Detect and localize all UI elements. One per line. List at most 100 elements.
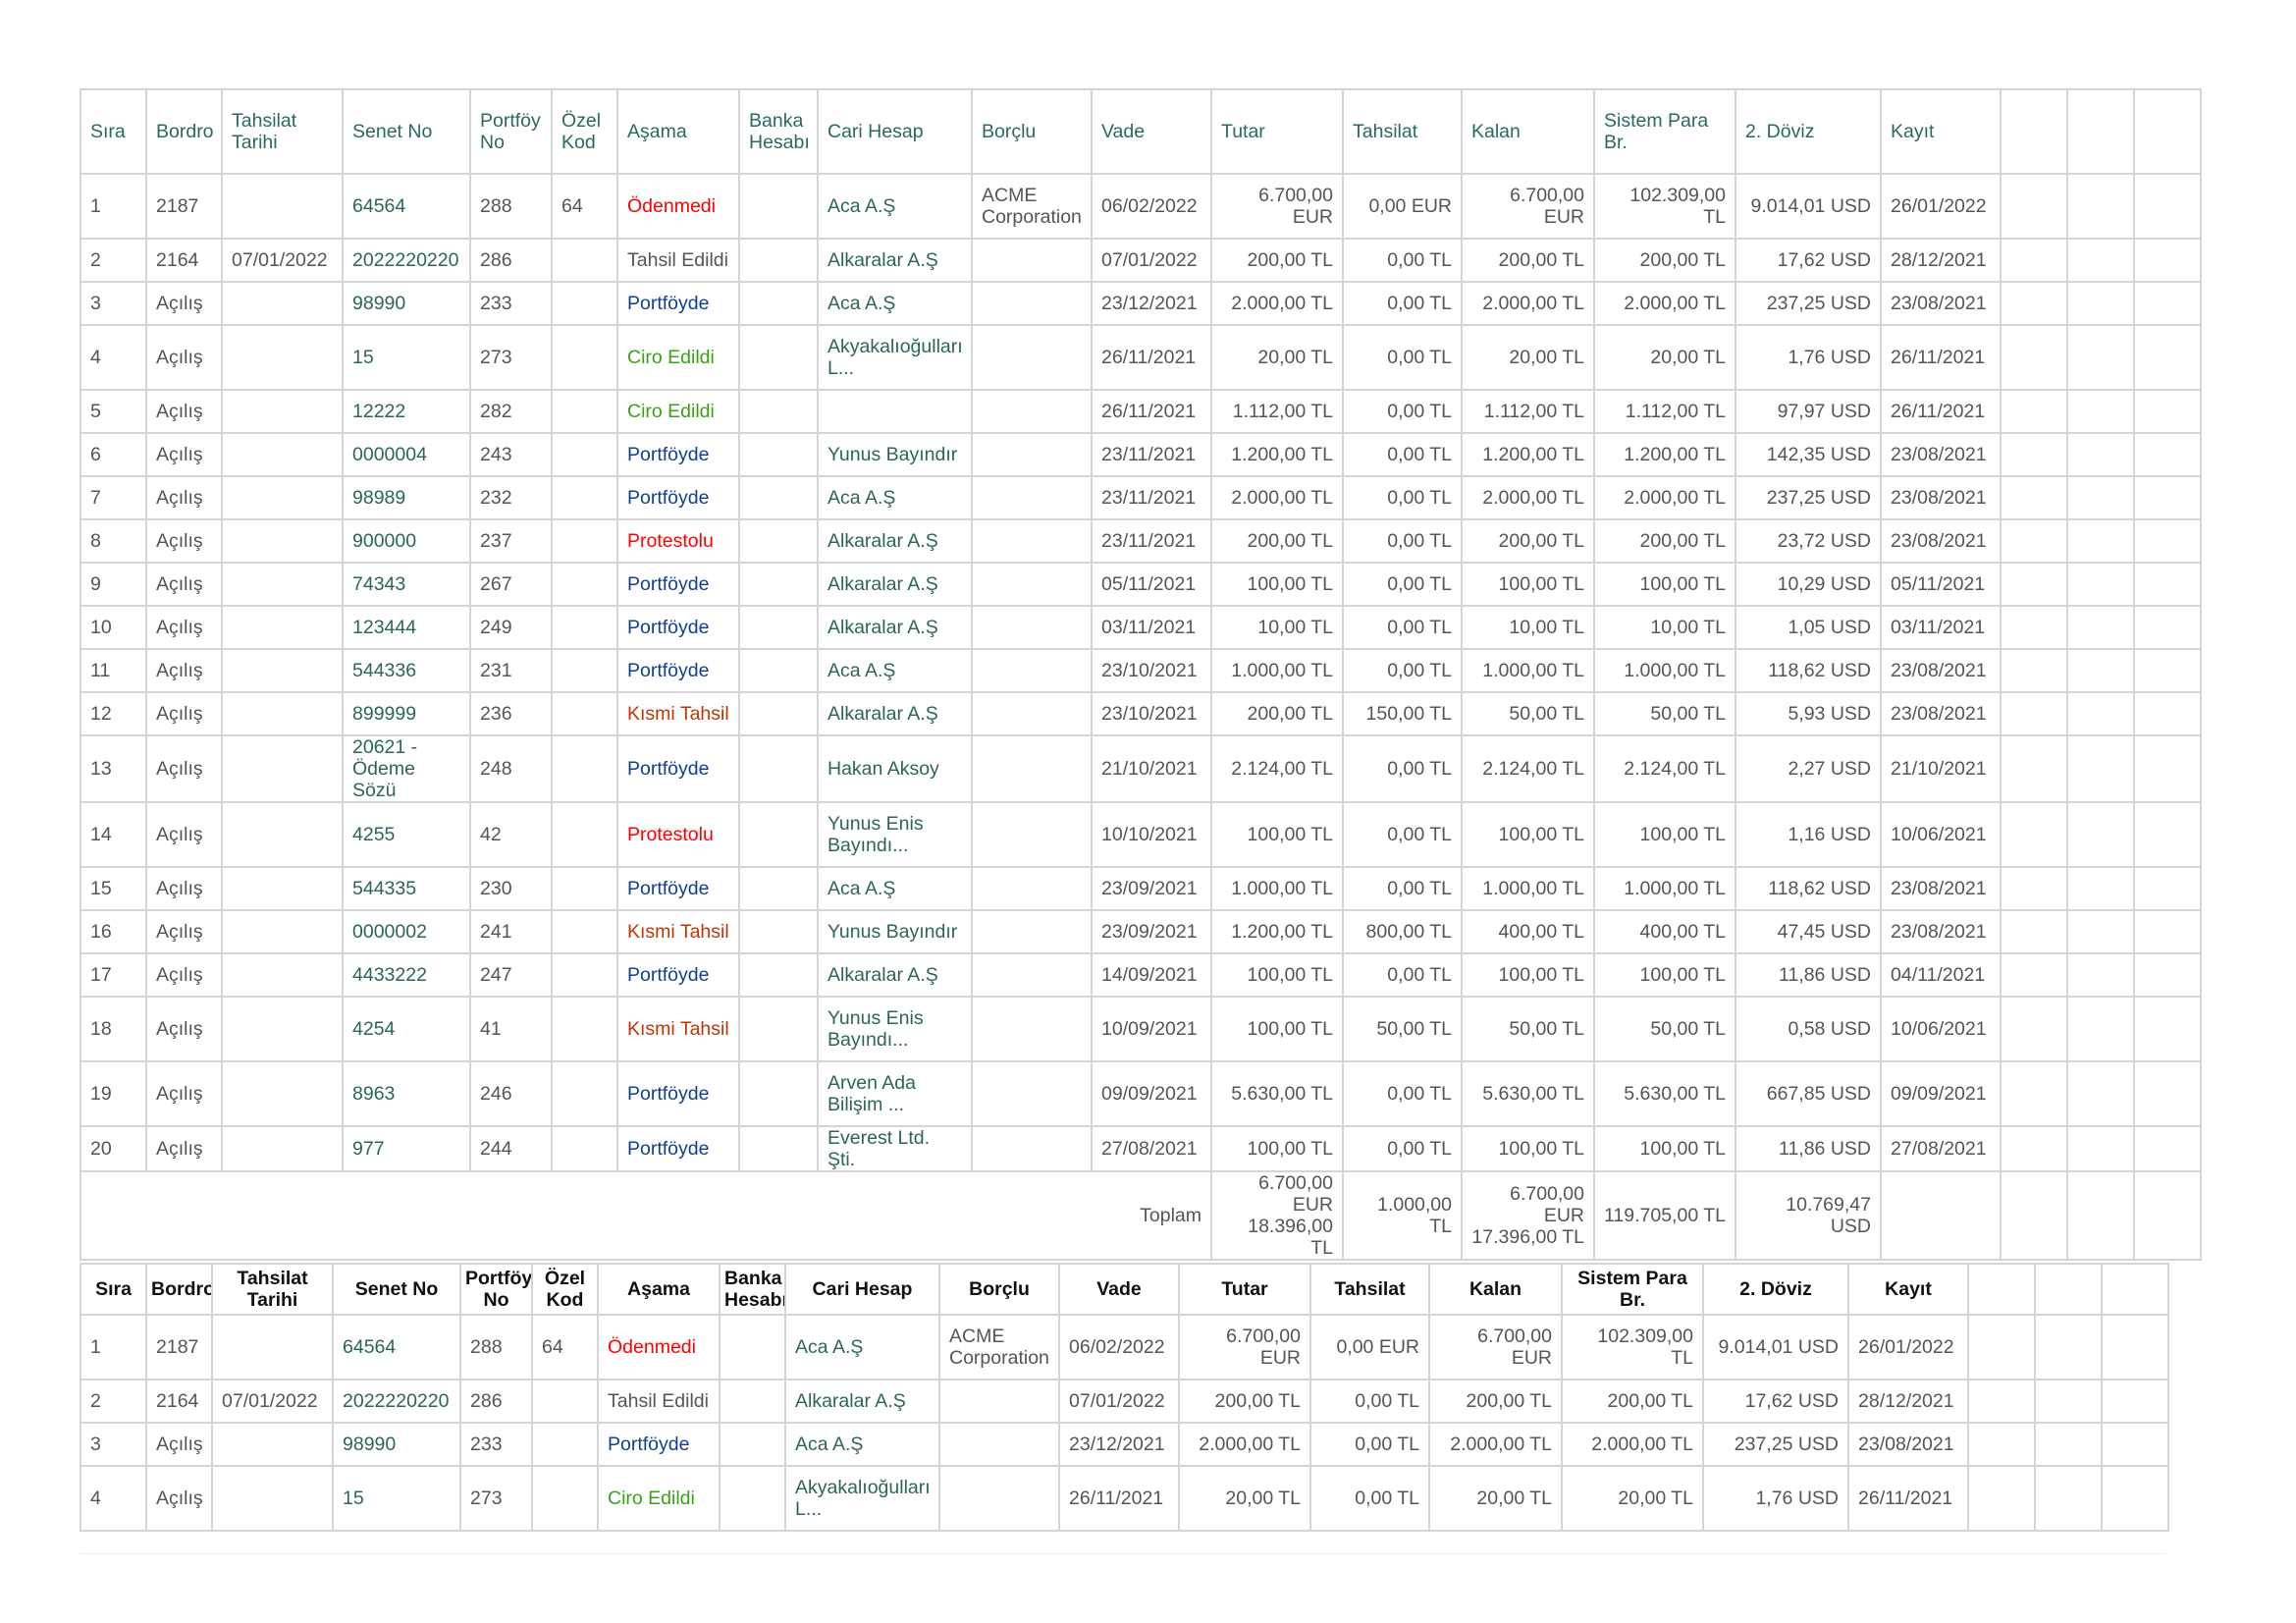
table-row[interactable]: 2 2164 07/01/2022 2022220220 286 Tahsil Edild… — [80, 238, 2202, 283]
cell-cari-hesap[interactable]: Yunus Bayındır — [817, 432, 973, 477]
column-header-sistem-para[interactable]: Sistem Para Br. — [1561, 1263, 1704, 1316]
table-row[interactable]: 16 Açılış 0000002 241 Kısmi Tahsil Yunus Bayı… — [80, 909, 2202, 954]
column-header-senet-no[interactable]: Senet No — [342, 88, 471, 175]
table-row[interactable]: 20 Açılış 977 244 Portföyde Everest Ltd. Şti.… — [80, 1125, 2202, 1172]
cell-senet-no[interactable]: 977 — [342, 1125, 471, 1172]
cell-senet-no[interactable]: 0000002 — [342, 909, 471, 954]
column-header-asama[interactable]: Aşama — [616, 88, 740, 175]
column-header-cari-hesap[interactable]: Cari Hesap — [784, 1263, 940, 1316]
column-header-tahsilat[interactable]: Tahsilat — [1342, 88, 1463, 175]
cell-senet-no[interactable]: 98990 — [332, 1422, 461, 1467]
column-header-vade[interactable]: Vade — [1058, 1263, 1180, 1316]
table-row[interactable]: 18 Açılış 4254 41 Kısmi Tahsil Yunus Enis Bay… — [80, 996, 2202, 1062]
cell-cari-hesap[interactable]: Akyakalıoğulları L... — [784, 1465, 940, 1532]
column-header-bordro[interactable]: Bordro — [145, 88, 223, 175]
cell-cari-hesap[interactable]: Alkaralar A.Ş — [817, 518, 973, 564]
cell-senet-no[interactable]: 4255 — [342, 801, 471, 868]
cell-senet-no[interactable]: 12222 — [342, 389, 471, 434]
column-header-doviz-2[interactable]: 2. Döviz — [1735, 88, 1882, 175]
cell-cari-hesap[interactable]: Akyakalıoğulları L... — [817, 324, 973, 391]
cell-cari-hesap[interactable]: Aca A.Ş — [784, 1422, 940, 1467]
column-header-cari-hesap[interactable]: Cari Hesap — [817, 88, 973, 175]
table-row[interactable]: 1 2187 64564 288 64 Ödenmedi Aca A.Ş ACME Corpo… — [80, 173, 2202, 240]
table-row[interactable]: 15 Açılış 544335 230 Portföyde Aca A.Ş 23/09/2… — [80, 866, 2202, 911]
table-row[interactable]: 19 Açılış 8963 246 Portföyde Arven Ada Bilişi… — [80, 1060, 2202, 1127]
cell-senet-no[interactable]: 4254 — [342, 996, 471, 1062]
table-row[interactable]: 1 2187 64564 288 64 Ödenmedi Aca A.Ş ACME Corpo… — [80, 1314, 2169, 1380]
cell-senet-no[interactable]: 2022220220 — [342, 238, 471, 283]
cell-senet-no[interactable]: 899999 — [342, 691, 471, 736]
cell-cari-hesap[interactable]: Aca A.Ş — [817, 173, 973, 240]
cell-senet-no[interactable]: 98989 — [342, 475, 471, 520]
cell-cari-hesap[interactable]: Yunus Enis Bayındı... — [817, 996, 973, 1062]
column-header-kalan[interactable]: Kalan — [1428, 1263, 1563, 1316]
cell-senet-no[interactable]: 0000004 — [342, 432, 471, 477]
cell-cari-hesap[interactable]: Alkaralar A.Ş — [784, 1379, 940, 1424]
cell-cari-hesap[interactable]: Alkaralar A.Ş — [817, 605, 973, 650]
cell-senet-no[interactable]: 64564 — [332, 1314, 461, 1380]
column-header-banka-hesabi[interactable]: Banka Hesabı — [738, 88, 819, 175]
column-header-portfoy-no[interactable]: Portföy No — [459, 1263, 533, 1316]
column-header-kayit[interactable]: Kayıt — [1847, 1263, 1969, 1316]
table-row[interactable]: 4 Açılış 15 273 Ciro Edildi Akyakalıoğulları … — [80, 1465, 2169, 1532]
cell-cari-hesap[interactable]: Yunus Bayındır — [817, 909, 973, 954]
table-row[interactable]: 4 Açılış 15 273 Ciro Edildi Akyakalıoğulları … — [80, 324, 2202, 391]
cell-senet-no[interactable]: 4433222 — [342, 952, 471, 998]
column-header-banka-hesabi[interactable]: Banka Hesabı — [719, 1263, 786, 1316]
cell-senet-no[interactable]: 900000 — [342, 518, 471, 564]
column-header-tahsilat-tarihi[interactable]: Tahsilat Tarihi — [211, 1263, 334, 1316]
column-header-vade[interactable]: Vade — [1091, 88, 1212, 175]
table-row[interactable]: 8 Açılış 900000 237 Protestolu Alkaralar A.Ş 2… — [80, 518, 2202, 564]
column-header-portfoy-no[interactable]: Portföy No — [469, 88, 553, 175]
cell-senet-no[interactable]: 15 — [332, 1465, 461, 1532]
column-header-senet-no[interactable]: Senet No — [332, 1263, 461, 1316]
table-row[interactable]: 9 Açılış 74343 267 Portföyde Alkaralar A.Ş 05/… — [80, 562, 2202, 607]
column-header-sira[interactable]: Sıra — [80, 88, 147, 175]
table-row[interactable]: 11 Açılış 544336 231 Portföyde Aca A.Ş 23/10/2… — [80, 648, 2202, 693]
column-header-sira[interactable]: Sıra — [80, 1263, 147, 1316]
cell-cari-hesap[interactable]: Hakan Aksoy — [817, 734, 973, 803]
cell-cari-hesap[interactable]: Yunus Enis Bayındı... — [817, 801, 973, 868]
cell-senet-no[interactable]: 64564 — [342, 173, 471, 240]
column-header-tutar[interactable]: Tutar — [1178, 1263, 1311, 1316]
column-header-tahsilat-tarihi[interactable]: Tahsilat Tarihi — [221, 88, 344, 175]
column-header-sistem-para[interactable]: Sistem Para Br. — [1593, 88, 1736, 175]
column-header-ozel-kod[interactable]: Özel Kod — [531, 1263, 599, 1316]
cell-cari-hesap[interactable]: Aca A.Ş — [817, 281, 973, 326]
table-row[interactable]: 2 2164 07/01/2022 2022220220 286 Tahsil Edild… — [80, 1379, 2169, 1424]
table-row[interactable]: 3 Açılış 98990 233 Portföyde Aca A.Ş 23/12/202… — [80, 1422, 2169, 1467]
cell-cari-hesap[interactable]: Alkaralar A.Ş — [817, 952, 973, 998]
cell-senet-no[interactable]: 74343 — [342, 562, 471, 607]
column-header-borclu[interactable]: Borçlu — [971, 88, 1093, 175]
column-header-tutar[interactable]: Tutar — [1210, 88, 1344, 175]
table-row[interactable]: 3 Açılış 98990 233 Portföyde Aca A.Ş 23/12/202… — [80, 281, 2202, 326]
column-header-kalan[interactable]: Kalan — [1461, 88, 1595, 175]
cell-cari-hesap[interactable]: Aca A.Ş — [784, 1314, 940, 1380]
table-row[interactable]: 17 Açılış 4433222 247 Portföyde Alkaralar A.Ş… — [80, 952, 2202, 998]
cell-senet-no[interactable]: 2022220220 — [332, 1379, 461, 1424]
cell-cari-hesap[interactable]: Aca A.Ş — [817, 866, 973, 911]
column-header-ozel-kod[interactable]: Özel Kod — [551, 88, 618, 175]
table-row[interactable]: 10 Açılış 123444 249 Portföyde Alkaralar A.Ş 0… — [80, 605, 2202, 650]
cell-cari-hesap[interactable]: Aca A.Ş — [817, 648, 973, 693]
cell-senet-no[interactable]: 544336 — [342, 648, 471, 693]
column-header-asama[interactable]: Aşama — [597, 1263, 721, 1316]
cell-senet-no[interactable]: 123444 — [342, 605, 471, 650]
cell-senet-no[interactable]: 8963 — [342, 1060, 471, 1127]
cell-cari-hesap[interactable]: Arven Ada Bilişim ... — [817, 1060, 973, 1127]
cell-senet-no[interactable]: 20621 - Ödeme Sözü — [342, 734, 471, 803]
column-header-doviz-2[interactable]: 2. Döviz — [1702, 1263, 1849, 1316]
column-header-borclu[interactable]: Borçlu — [938, 1263, 1060, 1316]
column-header-tahsilat[interactable]: Tahsilat — [1309, 1263, 1430, 1316]
table-row[interactable]: 14 Açılış 4255 42 Protestolu Yunus Enis Bayın… — [80, 801, 2202, 868]
cell-cari-hesap[interactable]: Alkaralar A.Ş — [817, 562, 973, 607]
cell-senet-no[interactable]: 15 — [342, 324, 471, 391]
table-row[interactable]: 6 Açılış 0000004 243 Portföyde Yunus Bayındır… — [80, 432, 2202, 477]
table-row[interactable]: 5 Açılış 12222 282 Ciro Edildi 26/11/2021 1.11… — [80, 389, 2202, 434]
column-header-bordro[interactable]: Bordro — [145, 1263, 213, 1316]
cell-cari-hesap[interactable]: Aca A.Ş — [817, 475, 973, 520]
table-row[interactable]: 7 Açılış 98989 232 Portföyde Aca A.Ş 23/11/202… — [80, 475, 2202, 520]
cell-cari-hesap[interactable]: Alkaralar A.Ş — [817, 238, 973, 283]
table-row[interactable]: 12 Açılış 899999 236 Kısmi Tahsil Alkaralar A… — [80, 691, 2202, 736]
table-row[interactable]: 13 Açılış 20621 - Ödeme Sözü 248 Portföyde Ha… — [80, 734, 2202, 803]
